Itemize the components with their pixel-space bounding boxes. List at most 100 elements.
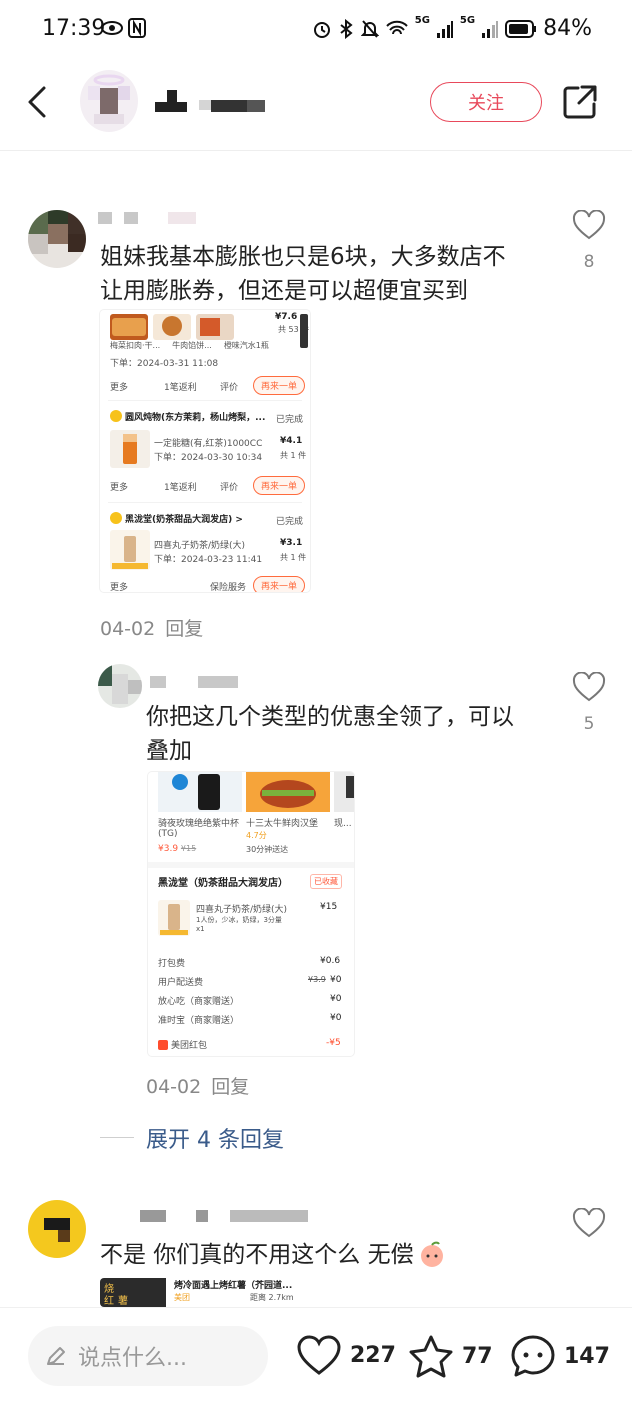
bluetooth-icon (340, 18, 353, 39)
reply-button[interactable]: 回复 (165, 618, 203, 640)
top-item-names: 梅菜扣肉·干... 牛肉馅饼... 橙味汽水1瓶 (110, 341, 269, 350)
wifi-icon (386, 20, 408, 34)
reply-like-count: 5 (583, 714, 595, 734)
review-button: 评价 (220, 383, 239, 393)
insurance-button: 保险服务 (210, 583, 247, 592)
comment-like-button[interactable] (572, 1207, 606, 1242)
eye-icon (101, 21, 123, 35)
milk-tea-thumbnail (110, 530, 150, 570)
comment-input-placeholder: 说点什么... (78, 1346, 187, 1371)
share-icon[interactable] (562, 84, 598, 120)
fee-value: ¥0 (330, 1013, 342, 1023)
comments-button[interactable]: 147 (510, 1334, 610, 1378)
signal-icon-2 (482, 20, 499, 38)
replier-avatar[interactable] (98, 664, 142, 708)
order-item: 四喜丸子奶茶/奶绿(大) (196, 905, 288, 915)
comment-like-button[interactable]: 8 (572, 209, 606, 272)
comment-input[interactable]: 说点什么... (28, 1326, 268, 1386)
shop-name: 黑泷堂（奶茶甜品大润发店） (158, 878, 288, 889)
reply-text: 你把这几个类型的优惠全领了，可以 叠加 (146, 704, 514, 764)
favorite-count: 77 (462, 1343, 493, 1369)
fee-label: 准时宝（商家赠送） (158, 1016, 240, 1026)
status-bar: 17:39 5G 5G 84% (0, 0, 632, 60)
more-link: 更多 (110, 383, 129, 393)
image-thumbnail: 烧 红 薯 (100, 1278, 166, 1307)
status-time: 17:39 (42, 16, 106, 41)
comment-image[interactable]: 烧 红 薯 烤冷面遇上烤红薯（芥园道... 美团 距离 2.7km (100, 1278, 310, 1307)
comment-text: 不是 你们真的不用这个么 无偿 (100, 1238, 446, 1272)
fee-value: ¥0 (330, 975, 342, 985)
status-icons: 5G 5G 84% (313, 15, 592, 41)
fee-value: ¥0.6 (320, 956, 341, 966)
like-count: 227 (350, 1342, 396, 1368)
order-status: 已完成 (276, 517, 304, 527)
comment-image[interactable]: 梅菜扣肉·干... 牛肉馅饼... 橙味汽水1瓶 ¥7.6 共 53 件 下单：20… (100, 310, 310, 592)
back-arrow-icon[interactable] (20, 82, 54, 122)
mute-bell-icon (360, 19, 379, 38)
rebate-button: 1笔返利 (164, 483, 197, 493)
heart-icon (572, 1207, 606, 1238)
like-button[interactable]: 227 (296, 1334, 396, 1376)
shop-distance: 距离 2.7km (250, 1293, 294, 1302)
signal-icon (436, 20, 453, 38)
commenter-name-blurred (98, 212, 196, 224)
commenter-avatar[interactable] (28, 210, 86, 268)
reorder-button: 再来一单 (253, 576, 306, 592)
favorite-button[interactable]: 77 (408, 1334, 493, 1378)
reply-image[interactable]: 骑夜玫瑰绝绝紫中杯(TG) ¥3.9 ¥15 十三太牛鲜肉汉堡 4.7分 30分… (148, 772, 354, 1056)
author-avatar-image (80, 70, 138, 132)
author-name-blurred (155, 90, 265, 112)
red-packet-icon (158, 1040, 168, 1050)
review-button: 评价 (220, 483, 239, 493)
order-item: 一定能糖(有,红茶)1000CC (154, 439, 263, 449)
product-name: 十三太牛鲜肉汉堡 (246, 819, 319, 829)
fee-old-value: ¥3.9 (308, 975, 326, 984)
order-count: 共 1 件 (280, 451, 307, 460)
comment-bubble-icon (511, 1335, 555, 1377)
heart-icon (572, 671, 606, 702)
fee-value: ¥0 (330, 994, 342, 1004)
order-price: ¥4.1 (280, 436, 303, 446)
reply-button[interactable]: 回复 (211, 1076, 249, 1098)
product-eta: 30分钟送达 (246, 845, 289, 854)
author-avatar[interactable] (80, 70, 138, 132)
comment-count: 147 (564, 1343, 610, 1369)
reorder-button: 再来一单 (253, 376, 306, 395)
favorited-tag: 已收藏 (310, 874, 342, 889)
reply-like-button[interactable]: 5 (572, 671, 606, 734)
scroll-edge (300, 314, 308, 348)
star-icon (409, 1335, 453, 1378)
order-time: 下单：2024-03-30 10:34 (154, 453, 263, 463)
order-item-desc: 1人份，少冰，奶绿，3分量 (196, 916, 282, 924)
comment-meta: 04-02 回复 (100, 614, 203, 641)
milk-tea-thumbnail (158, 900, 190, 936)
shop-icon (110, 410, 122, 422)
product-thumbnails (158, 772, 354, 812)
product-name: 现... (334, 819, 352, 829)
order-count: 共 1 件 (280, 553, 307, 562)
commenter-name-blurred (140, 1210, 308, 1222)
alarm-icon (313, 21, 330, 38)
order-price: ¥3.1 (280, 538, 303, 548)
fee-label: 放心吃（商家赠送） (158, 997, 240, 1007)
battery-icon (505, 19, 537, 38)
product-price: ¥3.9 ¥15 (158, 844, 197, 854)
commenter-avatar[interactable] (28, 1200, 86, 1258)
fee-label: 打包费 (158, 959, 186, 969)
more-link: 更多 (110, 483, 129, 493)
fee-label: 用户配送费 (158, 978, 204, 988)
signal1-label: 5G (414, 15, 430, 26)
reply-meta: 04-02 回复 (146, 1072, 249, 1099)
shop-source: 美团 (174, 1293, 190, 1302)
top-order-time: 下单：2024-03-31 11:08 (110, 359, 219, 369)
heart-icon (572, 209, 606, 240)
expand-replies-button[interactable]: 展开 4 条回复 (146, 1122, 284, 1154)
red-packet-value: -¥5 (326, 1038, 341, 1048)
shop-title: 烤冷面遇上烤红薯（芥园道... (174, 1281, 293, 1291)
follow-button[interactable]: 关注 (430, 82, 542, 122)
reply-date: 04-02 (146, 1076, 202, 1098)
order-item: 四喜丸子奶茶/奶绿(大) (154, 541, 246, 551)
comment-like-count: 8 (583, 252, 595, 272)
drink-thumbnail (110, 430, 150, 468)
signal2-label: 5G (459, 15, 476, 26)
